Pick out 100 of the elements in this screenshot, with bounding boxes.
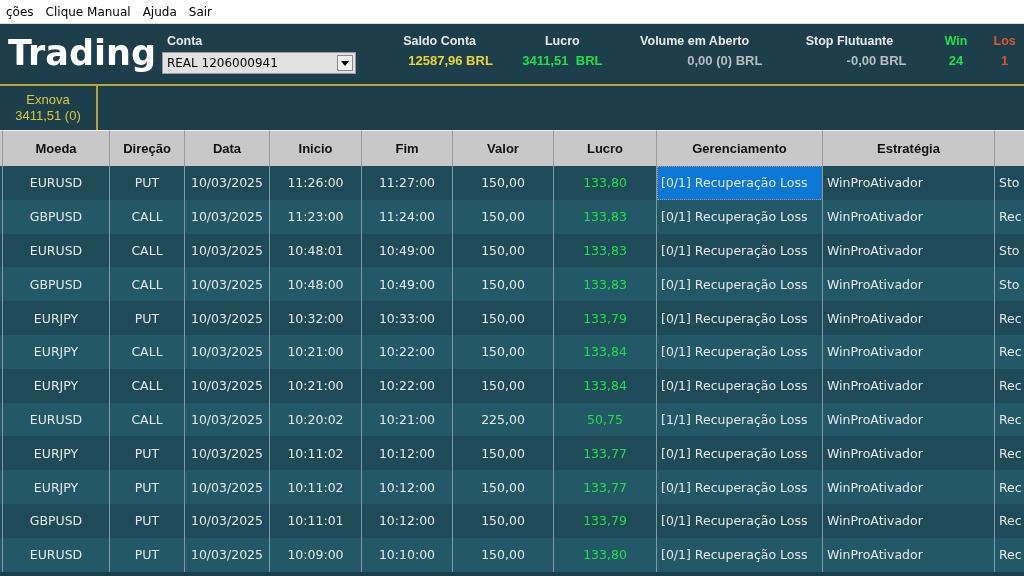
table-cell: Rec (995, 368, 1024, 403)
table-cell: PUT (110, 301, 185, 335)
app-title: Trading (8, 33, 157, 73)
table-cell: WinProAtivador (823, 368, 995, 403)
table-cell: 10/03/2025 (185, 470, 270, 504)
table-cell: 10/03/2025 (185, 335, 270, 369)
table-cell: CALL (110, 199, 185, 234)
table-cell: [0/1] Recuperação Loss (657, 335, 823, 369)
table-cell: 133,84 (554, 368, 657, 403)
table-cell: 150,00 (453, 503, 554, 538)
stat-label: Volume em Aberto (640, 34, 750, 48)
menu-item[interactable]: ções (0, 4, 40, 19)
table-cell: 10/03/2025 (185, 368, 270, 403)
table-cell: WinProAtivador (823, 335, 995, 369)
table-cell: 10:22:00 (362, 335, 453, 369)
tab-value: 3411,51 (0) (15, 108, 81, 124)
table-cell: CALL (110, 335, 185, 369)
table-cell: 11:27:00 (362, 166, 453, 200)
menu-item[interactable]: Clique Manual (39, 4, 137, 19)
stat-value: 3411,51 BRL (522, 53, 603, 68)
table-cell: 11:26:00 (270, 166, 362, 200)
table-cell: 150,00 (453, 166, 554, 200)
table-cell: 133,80 (554, 537, 657, 572)
table-cell: [0/1] Recuperação Loss (657, 368, 823, 403)
table-cell: EURUSD (3, 537, 110, 572)
table-cell: Rec (995, 335, 1024, 369)
table-cell: EURJPY (3, 368, 110, 403)
field-label: Conta (166, 34, 204, 48)
table-cell: Rec (995, 301, 1024, 335)
table-cell: 133,84 (554, 335, 657, 369)
account-dropdown[interactable]: REAL 1206000941 (161, 52, 357, 74)
table-cell: 10:09:00 (270, 537, 362, 572)
table-cell: CALL (110, 368, 185, 403)
table-cell: 10:12:00 (362, 503, 453, 538)
table-cell: 10:21:00 (270, 368, 362, 403)
table-cell: 10:11:01 (270, 503, 362, 538)
table-cell: WinProAtivador (823, 503, 995, 538)
table-cell: 150,00 (453, 301, 554, 335)
stat-value: 1 (1001, 53, 1009, 68)
stat-label: Win (944, 34, 968, 48)
table-cell: 150,00 (453, 199, 554, 234)
table-cell: PUT (110, 537, 185, 572)
menu-item[interactable]: Ajuda (136, 4, 183, 19)
stat-value: 24 (948, 53, 964, 68)
table-cell: 10/03/2025 (185, 166, 270, 200)
stat-label: Saldo Conta (403, 34, 477, 48)
table-cell: 10/03/2025 (185, 199, 270, 234)
table-cell: WinProAtivador (823, 470, 995, 504)
table-cell: 133,79 (554, 503, 657, 538)
table-cell: PUT (110, 470, 185, 504)
table-cell: 11:23:00 (270, 199, 362, 234)
table-cell: Rec (995, 537, 1024, 572)
table-cell: WinProAtivador (823, 537, 995, 572)
table-cell: GBPUSD (3, 199, 110, 234)
table-cell: 10/03/2025 (185, 503, 270, 538)
table-cell: 10:12:00 (362, 470, 453, 504)
table-cell: 10/03/2025 (185, 301, 270, 335)
table-cell: 10:33:00 (362, 301, 453, 335)
table-cell: Rec (995, 503, 1024, 538)
stat-label: Los (993, 34, 1016, 48)
table-cell: [0/1] Recuperação Loss (657, 301, 823, 335)
table-cell: 11:24:00 (362, 199, 453, 234)
table-cell: 133,77 (554, 470, 657, 504)
table-cell: 10:10:00 (362, 537, 453, 572)
table-cell: 10:22:00 (362, 368, 453, 403)
table-cell: PUT (110, 166, 185, 200)
stat-label: Stop Flutuante (805, 34, 894, 48)
table-cell: 150,00 (453, 335, 554, 369)
table-cell: [0/1] Recuperação Loss (657, 537, 823, 572)
table-cell: 150,00 (453, 470, 554, 504)
table-cell: EURJPY (3, 335, 110, 369)
table-cell: EURJPY (3, 301, 110, 335)
table-cell: WinProAtivador (823, 166, 995, 200)
tab-label: Exnova (26, 92, 70, 108)
table-cell: EURJPY (3, 470, 110, 504)
table-cell: Rec (995, 199, 1024, 234)
table-cell: WinProAtivador (823, 301, 995, 335)
table-cell: Rec (995, 470, 1024, 504)
table-cell: 10:11:02 (270, 470, 362, 504)
table-cell: PUT (110, 503, 185, 538)
table-cell: 10:21:00 (270, 335, 362, 369)
table-cell: 10:32:00 (270, 301, 362, 335)
table-cell: 150,00 (453, 368, 554, 403)
table-cell: 133,83 (554, 199, 657, 234)
table-cell: GBPUSD (3, 503, 110, 538)
stat-label: Lucro (545, 34, 580, 48)
table-cell: [0/1] Recuperação Loss (657, 166, 823, 200)
stat-value: 12587,96 BRL (408, 53, 493, 68)
stat-value: 0,00 (0) BRL (687, 53, 763, 68)
table-cell: EURUSD (3, 166, 110, 200)
stat-value: -0,00 BRL (846, 53, 907, 68)
table-cell: 150,00 (453, 537, 554, 572)
table-cell: 10/03/2025 (185, 537, 270, 572)
table-cell: WinProAtivador (823, 199, 995, 234)
table-cell: Sto (995, 166, 1024, 200)
table-cell: 133,79 (554, 301, 657, 335)
table-cell: [0/1] Recuperação Loss (657, 470, 823, 504)
menu-item[interactable]: Sair (182, 4, 219, 19)
table-cell: [0/1] Recuperação Loss (657, 199, 823, 234)
table-cell: [0/1] Recuperação Loss (657, 503, 823, 538)
